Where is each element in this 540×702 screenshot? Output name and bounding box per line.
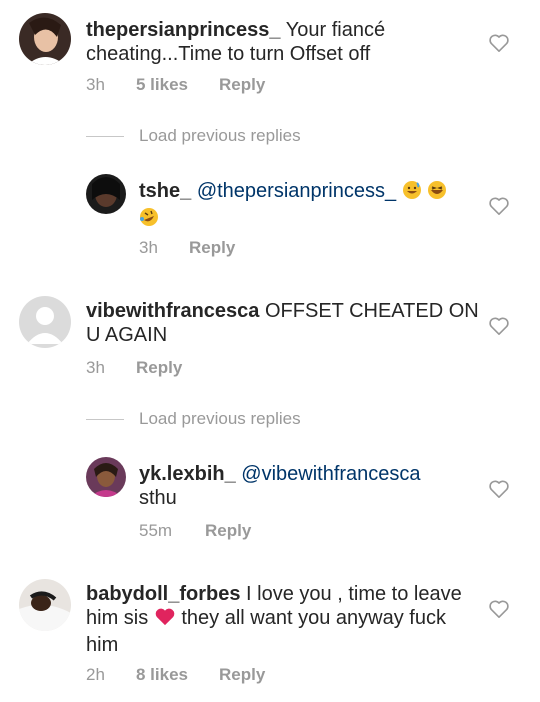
like-heart-icon[interactable] <box>488 196 510 216</box>
load-previous-divider <box>86 419 124 420</box>
like-heart-icon[interactable] <box>488 33 510 53</box>
comment-meta: 2h 8 likes Reply <box>86 665 386 685</box>
comment-body: babydoll_forbes I love you , time to lea… <box>86 582 481 657</box>
comment-username[interactable]: tshe_ <box>139 180 191 202</box>
comment-username[interactable]: thepersianprincess_ <box>86 19 281 41</box>
comment-time: 3h <box>86 75 105 94</box>
grinning-sweat-icon <box>402 180 422 206</box>
comment-meta: 3h Reply <box>139 238 439 258</box>
like-heart-icon[interactable] <box>488 316 510 336</box>
comment-username[interactable]: babydoll_forbes <box>86 583 240 605</box>
load-previous-divider <box>86 136 124 137</box>
like-heart-icon[interactable] <box>488 599 510 619</box>
avatar[interactable] <box>19 13 71 65</box>
comment-meta: 3h Reply <box>86 358 386 378</box>
comment-time: 2h <box>86 665 105 684</box>
comment-text: sthu <box>139 487 177 509</box>
load-previous-replies-button[interactable]: Load previous replies <box>139 126 301 146</box>
reply-button[interactable]: Reply <box>205 521 251 541</box>
comment-time: 3h <box>139 238 158 257</box>
load-previous-replies-button[interactable]: Load previous replies <box>139 409 301 429</box>
reply-button[interactable]: Reply <box>219 665 265 685</box>
comment-body: tshe_ @thepersianprincess_ <box>139 179 469 233</box>
likes-count[interactable]: 8 likes <box>136 665 188 685</box>
comment-time: 3h <box>86 358 105 377</box>
comment-body: thepersianprincess_ Your fiancé cheating… <box>86 18 476 66</box>
comment-body: yk.lexbih_ @vibewithfrancesca sthu <box>139 462 469 510</box>
avatar[interactable] <box>19 579 71 631</box>
avatar[interactable] <box>86 174 126 214</box>
red-heart-icon <box>154 607 176 633</box>
rolling-laughing-icon <box>139 207 159 233</box>
reply-button[interactable]: Reply <box>219 75 265 95</box>
mention-link[interactable]: @thepersianprincess_ <box>197 180 396 202</box>
comment-body: vibewithfrancesca OFFSET CHEATED ON U AG… <box>86 299 481 347</box>
like-heart-icon[interactable] <box>488 479 510 499</box>
reply-button[interactable]: Reply <box>189 238 235 258</box>
avatar[interactable] <box>19 296 71 348</box>
laughing-icon <box>427 180 447 206</box>
comment-username[interactable]: vibewithfrancesca <box>86 300 259 322</box>
comment-meta: 3h 5 likes Reply <box>86 75 386 95</box>
mention-link[interactable]: @vibewithfrancesca <box>241 463 420 485</box>
avatar[interactable] <box>86 457 126 497</box>
comment-username[interactable]: yk.lexbih_ <box>139 463 236 485</box>
reply-button[interactable]: Reply <box>136 358 182 378</box>
comment-meta: 55m Reply <box>139 521 439 541</box>
comment-time: 55m <box>139 521 173 540</box>
likes-count[interactable]: 5 likes <box>136 75 188 95</box>
